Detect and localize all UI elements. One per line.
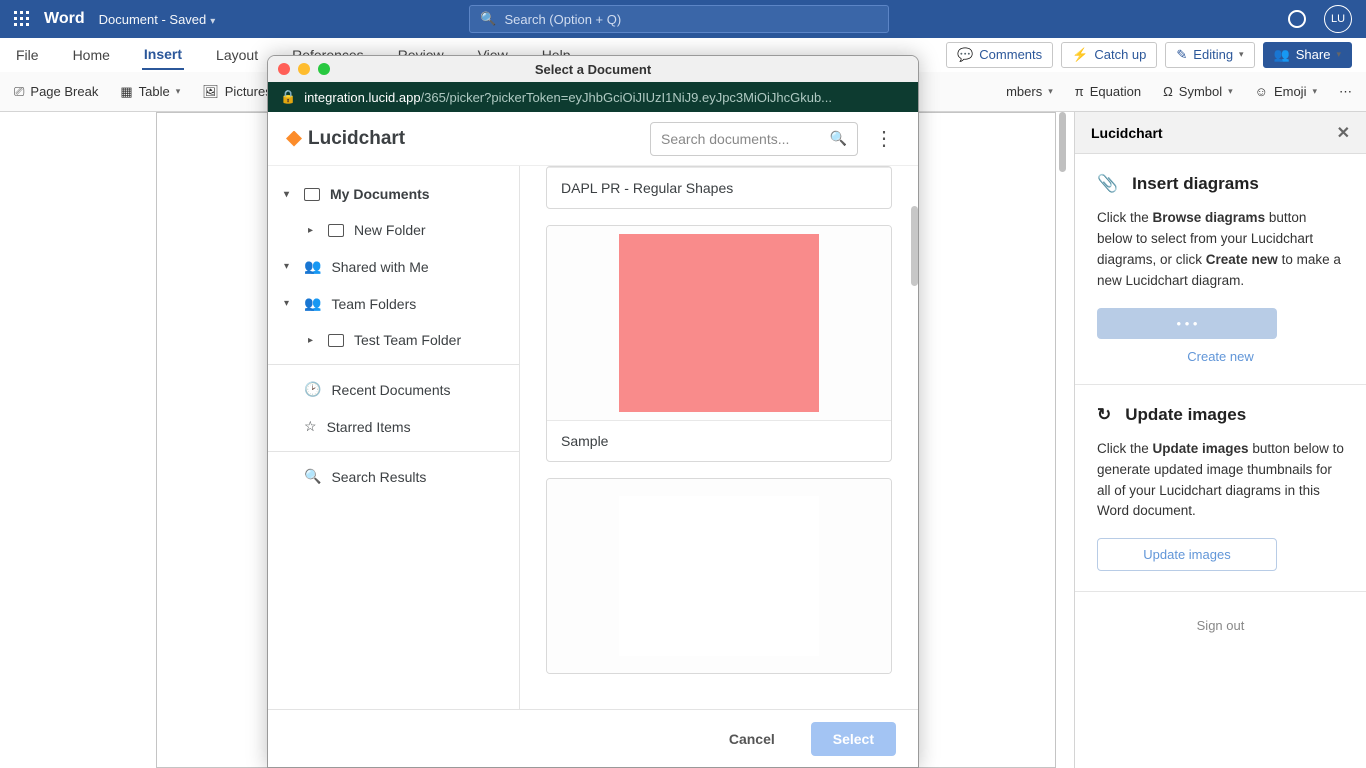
url-bar: 🔒 integration.lucid.app/365/picker?picke… <box>268 82 918 112</box>
kebab-menu-icon[interactable]: ⋮ <box>868 126 900 151</box>
emoji-icon: ☺ <box>1255 84 1268 99</box>
search-documents-input[interactable]: Search documents... 🔍 <box>650 122 858 156</box>
sidebar-item-starred[interactable]: ☆Starred Items <box>268 408 519 445</box>
update-images-section: ↻ Update images Click the Update images b… <box>1075 385 1366 593</box>
search-input[interactable]: 🔍 Search (Option + Q) <box>469 5 889 33</box>
chevron-down-icon: ▾ <box>284 189 294 200</box>
folder-icon <box>328 334 344 347</box>
tab-insert[interactable]: Insert <box>142 40 184 70</box>
document-picker-dialog: Select a Document 🔒 integration.lucid.ap… <box>267 55 919 768</box>
picture-icon: 🖼 <box>202 84 219 100</box>
sidebar-item-search-results[interactable]: 🔍Search Results <box>268 458 519 495</box>
document-thumbnail <box>547 226 891 420</box>
search-icon: 🔍 <box>830 130 847 147</box>
symbol-icon: Ω <box>1163 84 1173 99</box>
sidebar-item-mydocs[interactable]: ▾My Documents <box>268 176 519 212</box>
folder-icon <box>304 188 320 201</box>
comments-button[interactable]: 💬 Comments <box>946 42 1053 68</box>
tab-layout[interactable]: Layout <box>214 41 260 69</box>
emoji-button[interactable]: ☺Emoji▾ <box>1255 84 1317 99</box>
numbers-button[interactable]: mbers▾ <box>1006 84 1053 99</box>
settings-icon[interactable] <box>1288 10 1306 28</box>
panel-header: Lucidchart ✕ <box>1075 112 1366 154</box>
close-icon[interactable]: ✕ <box>1337 123 1350 143</box>
create-new-link[interactable]: Create new <box>1097 349 1344 364</box>
chevron-down-icon[interactable]: ▾ <box>210 16 215 27</box>
section-description: Click the Update images button below to … <box>1097 439 1344 523</box>
app-launcher-icon[interactable] <box>14 11 30 27</box>
picker-sidebar: ▾My Documents ▸New Folder ▾👥Shared with … <box>268 166 520 709</box>
page-break-button[interactable]: ⎚Page Break <box>14 84 98 100</box>
user-avatar[interactable]: LU <box>1324 5 1352 33</box>
table-icon: ▦ <box>120 84 132 100</box>
document-card[interactable] <box>546 478 892 674</box>
people-icon: 👥 <box>304 258 321 275</box>
document-card-label: Sample <box>547 420 891 461</box>
chevron-down-icon: ▾ <box>284 298 294 309</box>
tab-home[interactable]: Home <box>71 41 112 69</box>
catchup-button[interactable]: ⚡ Catch up <box>1061 42 1157 68</box>
sidebar-item-newfolder[interactable]: ▸New Folder <box>268 212 519 248</box>
app-name: Word <box>44 10 85 28</box>
document-card[interactable]: Sample <box>546 225 892 462</box>
document-card[interactable]: DAPL PR - Regular Shapes <box>546 166 892 209</box>
chevron-down-icon: ▾ <box>284 261 294 272</box>
dialog-titlebar: Select a Document <box>268 56 918 82</box>
picker-header: Lucidchart Search documents... 🔍 ⋮ <box>268 112 918 166</box>
dialog-title: Select a Document <box>268 62 918 77</box>
symbol-button[interactable]: ΩSymbol▾ <box>1163 84 1233 99</box>
section-description: Click the Browse diagrams button below t… <box>1097 208 1344 292</box>
picker-footer: Cancel Select <box>268 709 918 767</box>
clock-icon: 🕑 <box>304 381 321 398</box>
folder-icon <box>328 224 344 237</box>
titlebar: Word Document - Saved▾ 🔍 Search (Option … <box>0 0 1366 38</box>
panel-title: Lucidchart <box>1091 125 1163 141</box>
table-button[interactable]: ▦Table▾ <box>120 84 180 100</box>
document-name[interactable]: Document - Saved▾ <box>99 12 216 27</box>
lock-icon: 🔒 <box>280 89 296 105</box>
chevron-right-icon: ▸ <box>308 225 318 236</box>
more-button[interactable]: ⋯ <box>1339 84 1352 100</box>
scrollbar[interactable] <box>1059 112 1066 172</box>
search-icon: 🔍 <box>480 11 496 27</box>
chevron-right-icon: ▸ <box>308 335 318 346</box>
equation-icon: π <box>1075 84 1084 99</box>
sidebar-item-shared[interactable]: ▾👥Shared with Me <box>268 248 519 285</box>
editing-button[interactable]: ✎ Editing ▾ <box>1165 42 1254 68</box>
search-icon: 🔍 <box>304 468 321 485</box>
share-button[interactable]: 👥 Share ▾ <box>1263 42 1352 68</box>
document-card-label: DAPL PR - Regular Shapes <box>547 167 891 208</box>
team-icon: 👥 <box>304 295 321 312</box>
tab-file[interactable]: File <box>14 41 41 69</box>
browse-diagrams-button[interactable]: • • • <box>1097 308 1277 339</box>
document-thumbnail <box>547 479 891 673</box>
signout-link[interactable]: Sign out <box>1075 592 1366 659</box>
lucidchart-panel: Lucidchart ✕ 📎Insert diagrams Click the … <box>1074 112 1366 768</box>
pictures-button[interactable]: 🖼Pictures <box>202 84 271 100</box>
lucidchart-logo: Lucidchart <box>286 128 405 150</box>
page-break-icon: ⎚ <box>14 84 24 100</box>
update-images-button[interactable]: Update images <box>1097 538 1277 571</box>
sidebar-item-recent[interactable]: 🕑Recent Documents <box>268 371 519 408</box>
select-button[interactable]: Select <box>811 722 896 756</box>
star-icon: ☆ <box>304 418 317 435</box>
sidebar-item-team[interactable]: ▾👥Team Folders <box>268 285 519 322</box>
cancel-button[interactable]: Cancel <box>707 722 797 756</box>
insert-diagrams-section: 📎Insert diagrams Click the Browse diagra… <box>1075 154 1366 385</box>
paperclip-icon: 📎 <box>1097 174 1118 194</box>
scrollbar[interactable] <box>911 206 918 286</box>
document-grid: DAPL PR - Regular Shapes Sample <box>520 166 918 709</box>
sidebar-item-testteam[interactable]: ▸Test Team Folder <box>268 322 519 358</box>
refresh-icon: ↻ <box>1097 405 1111 425</box>
diamond-icon <box>286 131 302 147</box>
equation-button[interactable]: πEquation <box>1075 84 1141 99</box>
